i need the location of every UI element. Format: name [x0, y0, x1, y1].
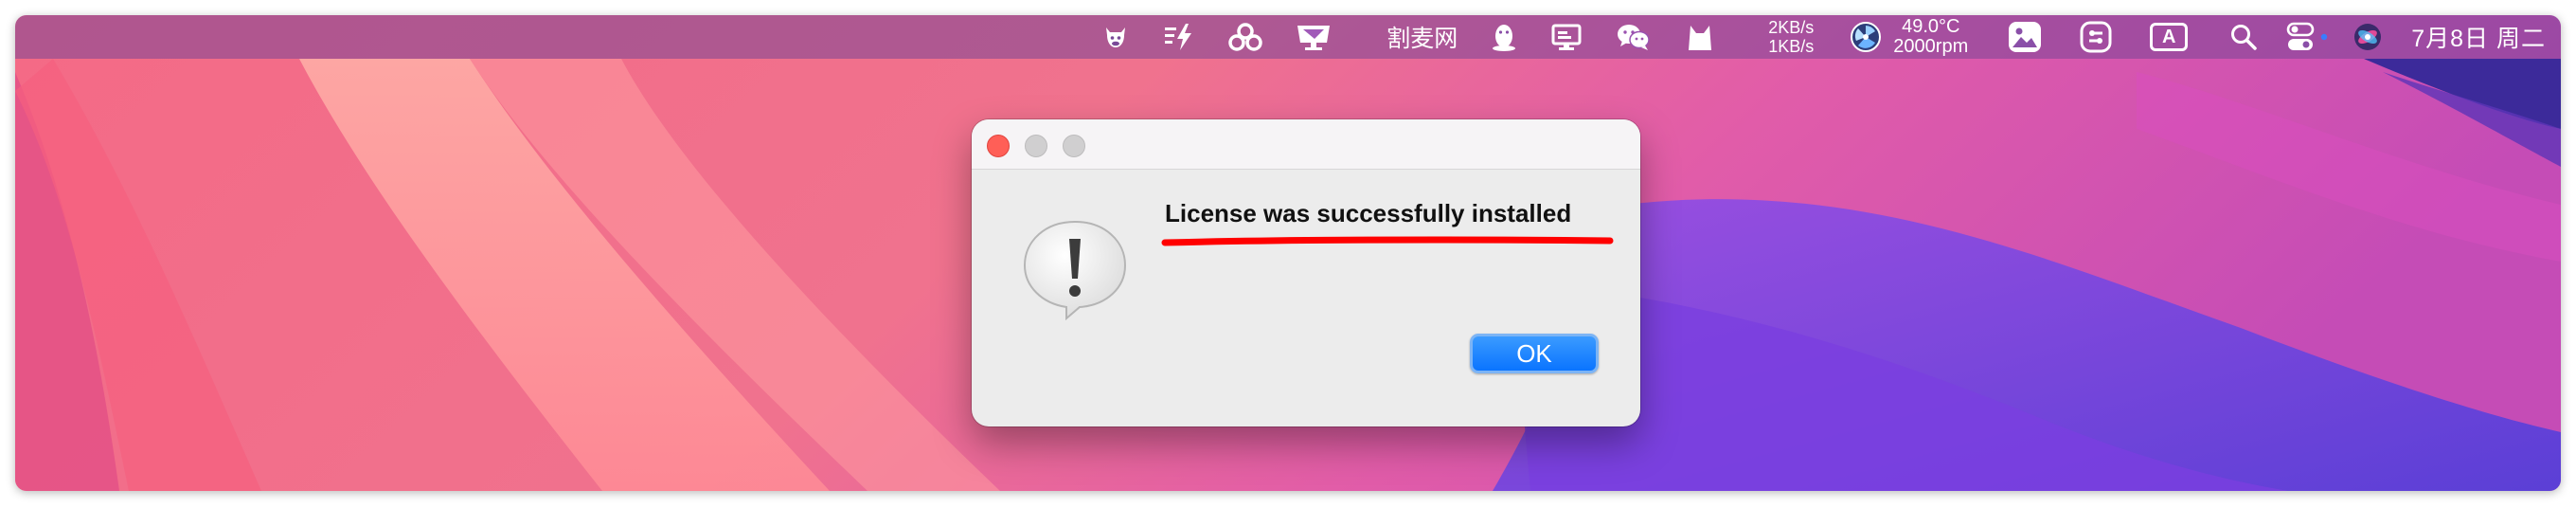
- cat-icon[interactable]: [1685, 22, 1715, 52]
- network-speed[interactable]: 2KB/s 1KB/s: [1768, 18, 1814, 56]
- search-icon[interactable]: [2229, 23, 2258, 51]
- monitor-icon[interactable]: [1550, 22, 1583, 52]
- three-circles-icon[interactable]: [1227, 22, 1263, 52]
- fan-icon[interactable]: [1850, 21, 1882, 53]
- cow-icon[interactable]: [1100, 22, 1131, 52]
- keyboard-input-icon[interactable]: A: [2150, 23, 2189, 51]
- close-button[interactable]: [987, 135, 1010, 157]
- display-icon[interactable]: [1296, 22, 1332, 52]
- input-method-label: A: [2150, 23, 2189, 51]
- control-center-icon[interactable]: [2286, 21, 2328, 53]
- thunder-list-icon[interactable]: [1163, 22, 1195, 52]
- net-up-text: 2KB/s: [1768, 18, 1815, 37]
- license-alert-dialog: License was successfully installed OK: [972, 119, 1640, 426]
- menu-bar: 割麦网 2KB/s 1KB/s 49.0°C 2000rpm A 7月8日 周二: [15, 15, 2561, 59]
- alert-caution-icon: [1019, 216, 1131, 327]
- fan-speed-text: 2000rpm: [1893, 36, 1969, 57]
- screen-frame: 割麦网 2KB/s 1KB/s 49.0°C 2000rpm A 7月8日 周二…: [15, 15, 2561, 491]
- dialog-titlebar: [972, 119, 1640, 170]
- switch-icon[interactable]: [2080, 21, 2112, 53]
- qq-penguin-icon[interactable]: [1490, 22, 1518, 52]
- system-stats[interactable]: 49.0°C 2000rpm: [1893, 17, 1968, 57]
- ok-button[interactable]: OK: [1470, 334, 1599, 373]
- wechat-icon[interactable]: [1615, 22, 1653, 52]
- alert-message: License was successfully installed: [1165, 199, 1572, 227]
- zoom-button[interactable]: [1063, 135, 1085, 157]
- menubar-clock[interactable]: 7月8日 周二: [2411, 20, 2546, 54]
- red-annotation-underline: [1161, 236, 1614, 246]
- minimize-button[interactable]: [1025, 135, 1047, 157]
- temperature-text: 49.0°C: [1902, 16, 1960, 37]
- net-down-text: 1KB/s: [1768, 37, 1815, 56]
- photos-icon[interactable]: [2008, 21, 2042, 53]
- app-name-text[interactable]: 割麦网: [1386, 20, 1458, 54]
- siri-icon[interactable]: [2352, 22, 2383, 52]
